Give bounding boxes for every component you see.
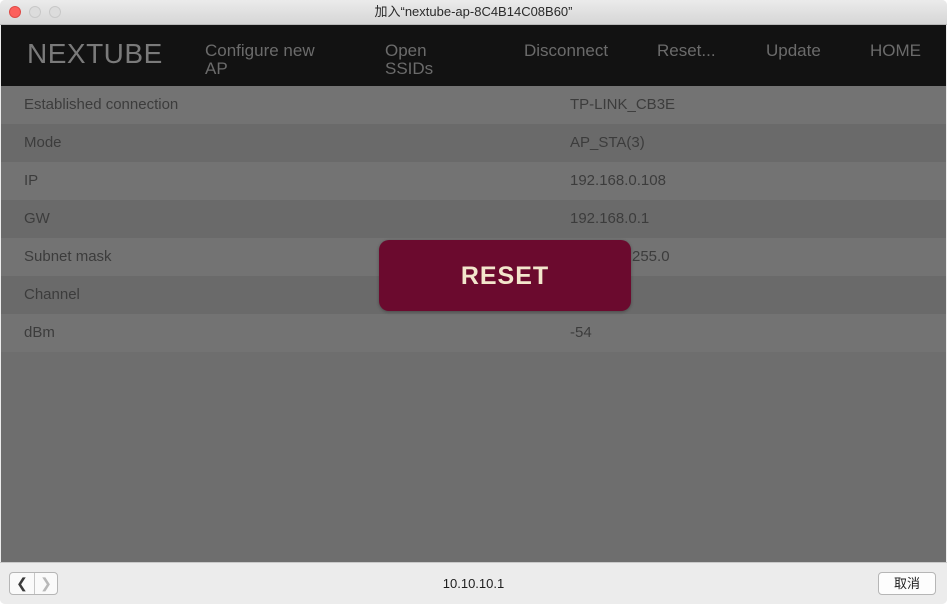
reset-button[interactable]: RESET xyxy=(379,240,631,311)
row-label: dBm xyxy=(24,324,55,341)
nav-disconnect[interactable]: Disconnect xyxy=(524,42,608,60)
url-label: 10.10.10.1 xyxy=(442,576,505,591)
brand-logo-text[interactable]: NEXTUBE xyxy=(27,38,163,70)
row-label: Channel xyxy=(24,286,80,303)
nav-open-line2: SSIDs xyxy=(385,59,434,78)
row-label: Established connection xyxy=(24,96,179,113)
nav-open-ssids[interactable]: Open SSIDs xyxy=(385,42,455,78)
table-row: dBm -54 xyxy=(1,314,946,352)
nav-open-line1: Open xyxy=(385,41,427,60)
nav-configure-new-ap[interactable]: Configure new AP xyxy=(205,42,335,78)
title-bar: 加入“nextube-ap-8C4B14C08B60” xyxy=(0,0,947,25)
row-label: GW xyxy=(24,210,50,227)
nav-reset[interactable]: Reset... xyxy=(657,42,716,60)
row-value: TP-LINK_CB3E xyxy=(570,96,676,113)
top-navbar: NEXTUBE Configure new AP Open SSIDs Disc… xyxy=(1,25,946,86)
row-label: Subnet mask xyxy=(24,248,112,265)
table-row: GW 192.168.0.1 xyxy=(1,200,946,238)
row-value: 192.168.0.108 xyxy=(570,172,666,189)
table-row: Established connection TP-LINK_CB3E xyxy=(1,86,946,124)
nav-home[interactable]: HOME xyxy=(870,42,921,60)
row-value: -54 xyxy=(570,324,592,341)
row-value: 255.0 xyxy=(632,248,670,265)
row-value: 192.168.0.1 xyxy=(570,210,650,227)
nav-configure-line2: AP xyxy=(205,59,228,78)
browser-window: 加入“nextube-ap-8C4B14C08B60” NEXTUBE Conf… xyxy=(0,0,947,604)
nav-configure-line1: Configure new xyxy=(205,41,315,60)
table-row: IP 192.168.0.108 xyxy=(1,162,946,200)
cancel-button[interactable]: 取消 xyxy=(878,572,936,595)
status-content: Established connection TP-LINK_CB3E Mode… xyxy=(1,86,946,562)
nav-update[interactable]: Update xyxy=(766,42,821,60)
window-title: 加入“nextube-ap-8C4B14C08B60” xyxy=(374,4,573,19)
row-label: IP xyxy=(24,172,39,189)
row-label: Mode xyxy=(24,134,62,151)
bottom-toolbar: ❮ ❯ 10.10.10.1 取消 xyxy=(0,562,947,604)
reset-button-label: RESET xyxy=(460,262,550,290)
row-value: AP_STA(3) xyxy=(570,134,645,151)
table-row: Mode AP_STA(3) xyxy=(1,124,946,162)
